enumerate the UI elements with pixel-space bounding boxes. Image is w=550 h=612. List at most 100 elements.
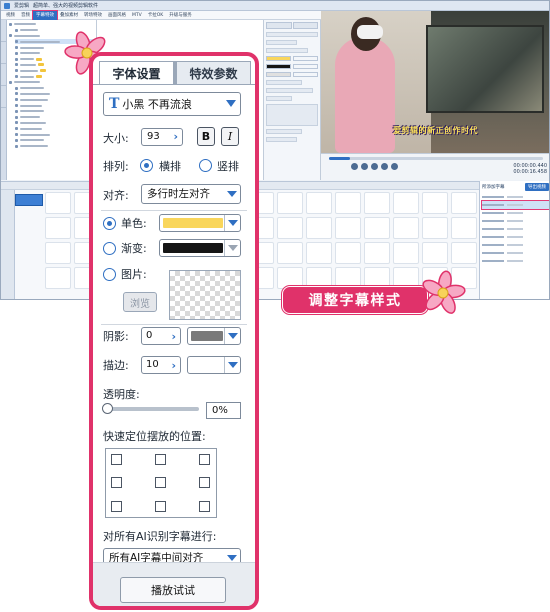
time-total: 00:00:16.458	[513, 169, 547, 175]
video-subtitle: 爱剪辑的新正创作时代	[393, 126, 478, 135]
timeline-slot	[306, 192, 332, 214]
arrange-vertical-label: 竖排	[217, 160, 239, 173]
shadow-input[interactable]: 0 ›	[141, 327, 181, 345]
timeline-slot	[422, 242, 448, 264]
export-video-button[interactable]: 导出视频	[525, 183, 549, 191]
timeline-slot	[451, 192, 477, 214]
chevron-down-icon	[224, 215, 240, 231]
menu-video[interactable]: 视频	[3, 11, 18, 20]
position-bottom-center-checkbox[interactable]	[155, 501, 166, 512]
font-settings-panel: 字体设置 特效参数 T 小黑 不再流浪 大小: 93 › B I 排列: 横排 …	[89, 52, 259, 610]
timeline-slot	[306, 242, 332, 264]
timeline-slot	[45, 217, 71, 239]
stroke-value: 10	[146, 359, 159, 370]
chevron-down-icon	[227, 191, 237, 197]
image-fill-preview	[169, 270, 241, 320]
gradient-radio[interactable]	[103, 242, 116, 255]
position-middle-left-checkbox[interactable]	[111, 477, 122, 488]
menu-subtitle-effects[interactable]: 字幕特效	[32, 9, 58, 21]
gradient-color-picker[interactable]	[159, 239, 241, 257]
shadow-color-picker[interactable]	[187, 327, 241, 345]
image-fill-label: 图片:	[121, 268, 147, 281]
timeline-slot	[45, 242, 71, 264]
shadow-value: 0	[146, 330, 153, 341]
stop-icon[interactable]	[351, 163, 358, 170]
italic-button[interactable]: I	[221, 127, 239, 146]
position-bottom-right-checkbox[interactable]	[199, 501, 210, 512]
stroke-input[interactable]: 10 ›	[141, 356, 181, 374]
chevron-down-icon	[224, 328, 240, 344]
vr-headset	[357, 25, 383, 39]
left-tab[interactable]	[1, 86, 6, 108]
chevron-right-icon: ›	[171, 359, 176, 372]
timeline-slot	[277, 242, 303, 264]
position-top-right-checkbox[interactable]	[199, 454, 210, 465]
position-label: 快速定位摆放的位置:	[103, 430, 206, 443]
left-tab[interactable]	[1, 42, 6, 64]
bold-button[interactable]: B	[197, 127, 215, 146]
font-select[interactable]: T 小黑 不再流浪	[103, 92, 241, 116]
video-preview: 爱剪辑的新正创作时代	[321, 11, 549, 153]
timeline-slot	[277, 217, 303, 239]
position-top-center-checkbox[interactable]	[155, 454, 166, 465]
screenshot-root: 爱剪辑 超简单、强大的视频剪辑软件 视频 音频 字幕特效 叠加素材 转场特效 画…	[0, 0, 550, 612]
fullscreen-icon[interactable]	[391, 163, 398, 170]
menu-karaoke[interactable]: 卡拉OK	[145, 11, 167, 20]
playback-progress[interactable]	[329, 157, 543, 160]
align-label: 对齐:	[103, 189, 129, 202]
font-type-icon: T	[109, 96, 120, 112]
left-tab[interactable]	[1, 20, 6, 42]
position-middle-right-checkbox[interactable]	[199, 477, 210, 488]
tab-font-settings[interactable]: 字体设置	[99, 61, 174, 85]
timeline-slot	[335, 217, 361, 239]
solid-color-radio[interactable]	[103, 217, 116, 230]
side-list-title: 所添加字幕	[482, 185, 505, 190]
align-value: 多行时左对齐	[147, 188, 210, 200]
size-input[interactable]: 93 ›	[141, 128, 183, 146]
next-frame-icon[interactable]	[381, 163, 388, 170]
solid-color-picker[interactable]	[159, 214, 241, 232]
video-clip[interactable]	[15, 194, 43, 206]
gradient-color-swatch	[163, 243, 223, 253]
position-center-checkbox[interactable]	[155, 477, 166, 488]
stroke-color-picker[interactable]	[187, 356, 241, 374]
opacity-slider[interactable]	[102, 403, 199, 414]
arrange-horizontal-label: 横排	[159, 160, 181, 173]
subtitle-item-selected[interactable]	[481, 200, 549, 210]
menu-mtv[interactable]: MTV	[129, 11, 145, 20]
flower-sticker-icon	[422, 270, 466, 314]
stroke-color-swatch	[191, 360, 223, 370]
menu-styles[interactable]: 画面风格	[105, 11, 129, 20]
browse-button[interactable]: 浏览	[123, 292, 157, 312]
left-tab[interactable]	[1, 64, 6, 86]
opacity-slider-handle[interactable]	[102, 403, 113, 414]
title-bar: 爱剪辑 超简单、强大的视频剪辑软件	[1, 1, 549, 11]
shadow-label: 阴影:	[103, 330, 129, 343]
size-value: 93	[147, 131, 160, 142]
menu-audio[interactable]: 音频	[18, 11, 33, 20]
chevron-down-icon	[224, 357, 240, 373]
chevron-down-icon	[227, 555, 237, 561]
timeline-slot	[451, 217, 477, 239]
menu-overlay[interactable]: 叠加素材	[57, 11, 81, 20]
solid-color-swatch	[163, 218, 223, 228]
opacity-value[interactable]: 0%	[206, 402, 241, 419]
opacity-label: 透明度:	[103, 388, 140, 401]
menu-transitions[interactable]: 转场特效	[81, 11, 105, 20]
timeline-slot	[335, 242, 361, 264]
arrange-vertical-radio[interactable]	[199, 159, 212, 172]
play-preview-button[interactable]: 播放试试	[120, 577, 226, 603]
timeline-slot	[306, 217, 332, 239]
timeline-slot	[422, 192, 448, 214]
arrange-horizontal-radio[interactable]	[140, 159, 153, 172]
timeline-slot	[393, 217, 419, 239]
position-bottom-left-checkbox[interactable]	[111, 501, 122, 512]
play-icon[interactable]	[361, 163, 368, 170]
prev-frame-icon[interactable]	[371, 163, 378, 170]
menu-upgrade[interactable]: 升级与服务	[166, 11, 195, 20]
align-select[interactable]: 多行时左对齐	[141, 184, 241, 204]
position-top-left-checkbox[interactable]	[111, 454, 122, 465]
tab-effect-params[interactable]: 特效参数	[174, 61, 251, 85]
timeline-slot	[45, 192, 71, 214]
image-fill-radio[interactable]	[103, 268, 116, 281]
